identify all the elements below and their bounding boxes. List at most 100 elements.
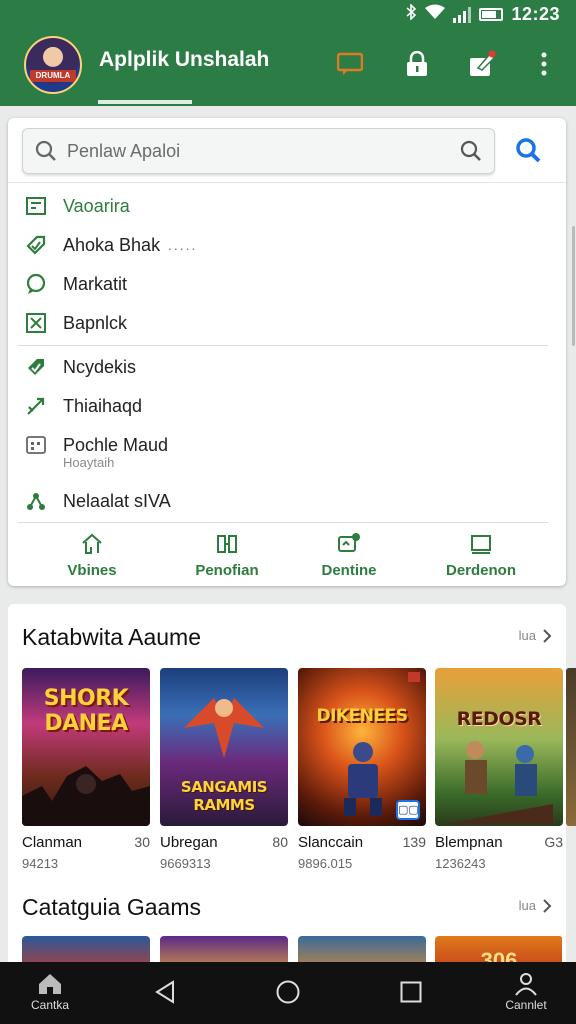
divider xyxy=(8,182,566,183)
menu-item-label: Markatit xyxy=(63,273,128,294)
game-count: 9896.015 xyxy=(298,856,353,871)
tab-derdenon[interactable]: Derdenon xyxy=(421,532,541,579)
nav-profile-label: Cannlet xyxy=(505,998,547,1012)
person-icon xyxy=(515,973,537,996)
status-bar: 12:23 xyxy=(0,0,576,32)
back-button[interactable] xyxy=(154,980,176,1007)
edit-icon[interactable] xyxy=(468,50,496,78)
signal-icon xyxy=(453,6,472,23)
chevron-right-icon xyxy=(543,898,552,913)
tab-label: Derdenon xyxy=(445,562,516,579)
see-more-link[interactable]: lua xyxy=(519,628,552,643)
menu-item[interactable]: Bapnlck xyxy=(8,305,566,341)
menu-item[interactable]: Vaoarira xyxy=(8,188,566,224)
tab-home[interactable]: Vbines xyxy=(32,532,152,579)
game-card[interactable]: REDOSR Blempnan G3 1236243 xyxy=(435,668,563,871)
section-title: Catatguia Gaams xyxy=(22,894,201,920)
chat-icon[interactable] xyxy=(336,50,364,78)
menu-item[interactable]: Ahoka Bhak ..... xyxy=(8,227,566,263)
navigation-bar: Cantka Cannlet xyxy=(0,962,576,1024)
game-art-title: SANGAMIS RAMMS xyxy=(180,778,268,814)
menu-item[interactable]: Nelaalat sIVA xyxy=(8,483,566,519)
tab-dentine[interactable]: Dentine xyxy=(289,532,409,579)
calendar-icon xyxy=(24,433,48,457)
circle-home-icon xyxy=(276,980,300,1004)
message-icon xyxy=(338,533,360,552)
home-button[interactable] xyxy=(276,980,300,1007)
divider xyxy=(18,345,548,346)
game-score: 80 xyxy=(272,834,288,850)
game-name: Ubregan xyxy=(160,834,218,851)
menu-item-sublabel: Hoaytaih xyxy=(63,455,115,470)
nav-home[interactable]: Cantka xyxy=(22,972,78,1012)
search-button[interactable] xyxy=(514,136,544,166)
header: DRUMLA Aplplik Unshalah xyxy=(0,32,576,106)
game-card[interactable]: SHORK DANEA Clanman 30 94213 xyxy=(22,668,150,871)
search-panel: Vaoarira Ahoka Bhak ..... Markatit Bapnl… xyxy=(8,118,566,586)
more-icon[interactable] xyxy=(530,50,558,78)
menu-item-label: Pochle Maud xyxy=(63,434,169,455)
search-input[interactable] xyxy=(67,137,447,165)
menu-item[interactable]: Markatit xyxy=(8,266,566,302)
tab-label: Vbines xyxy=(67,562,117,579)
menu-item[interactable]: Pochle Maud Hoaytaih xyxy=(8,427,566,470)
bluetooth-icon xyxy=(405,3,417,25)
menu-item-label: Thiaihaqd xyxy=(63,395,143,416)
game-thumbnail[interactable]: REDOSR xyxy=(435,668,563,826)
menu-item-label: Vaoarira xyxy=(63,195,130,216)
game-score: 139 xyxy=(402,834,426,850)
game-name: Slanccain xyxy=(298,834,364,851)
square-icon xyxy=(471,535,491,554)
game-art-title: DIKENEES xyxy=(316,706,408,726)
game-thumbnail[interactable]: DIKENEES ▢▢ xyxy=(298,668,426,826)
avatar[interactable]: DRUMLA xyxy=(24,36,82,94)
game-score: G3 xyxy=(544,834,563,850)
chat-bubble-icon xyxy=(24,272,48,296)
search-bar[interactable] xyxy=(22,128,495,174)
game-count: 94213 xyxy=(22,856,59,871)
tab-label: Dentine xyxy=(321,562,377,579)
share-icon xyxy=(24,489,48,513)
menu-item-label: Bapnlck xyxy=(63,312,128,333)
game-art-title: REDOSR xyxy=(456,708,542,730)
tab-penofian[interactable]: Penofian xyxy=(167,532,287,579)
menu-item[interactable]: Ncydekis xyxy=(8,349,566,385)
categories-section: Katabwita Aaume lua SHORK DANEA Clanman … xyxy=(8,604,566,1024)
game-name: Clanman xyxy=(22,834,83,851)
see-more-link[interactable]: lua xyxy=(519,898,552,913)
nav-profile[interactable]: Cannlet xyxy=(496,972,556,1012)
game-score: 30 xyxy=(134,834,150,850)
recents-icon xyxy=(400,981,422,1003)
app-title: Aplplik Unshalah xyxy=(99,48,270,71)
wifi-icon xyxy=(425,4,446,25)
menu-item-label: Nelaalat sIVA xyxy=(63,490,171,511)
nav-home-label: Cantka xyxy=(30,998,70,1012)
tab-label: Penofian xyxy=(195,562,259,579)
section-title: Katabwita Aaume xyxy=(22,624,202,650)
book-icon xyxy=(217,535,237,553)
menu-item-label: Ahoka Bhak xyxy=(63,234,161,255)
game-card[interactable]: SANGAMIS RAMMS Ubregan 80 9669313 xyxy=(160,668,288,871)
rocket-icon xyxy=(24,394,48,418)
game-thumbnail[interactable]: SANGAMIS RAMMS xyxy=(160,668,288,826)
game-card[interactable]: DIKENEES ▢▢ Slanccain 139 9896.015 xyxy=(298,668,426,871)
game-card-peek[interactable] xyxy=(566,668,576,826)
scrollbar[interactable] xyxy=(572,226,575,346)
battery-icon xyxy=(479,8,504,21)
game-thumbnail[interactable]: SHORK DANEA xyxy=(22,668,150,826)
home-icon xyxy=(82,533,102,554)
menu-item-extra: ..... xyxy=(168,237,198,253)
recents-button[interactable] xyxy=(400,981,422,1006)
search-icon[interactable] xyxy=(460,140,482,167)
menu-item-label: Ncydekis xyxy=(63,356,137,377)
lock-icon[interactable] xyxy=(403,50,431,78)
tag-icon xyxy=(24,355,48,379)
menu-item[interactable]: Thiaihaqd xyxy=(8,388,566,424)
list-icon xyxy=(24,194,48,218)
game-count: 9669313 xyxy=(160,856,211,871)
app-bar: 12:23 DRUMLA Aplplik Unshalah xyxy=(0,0,576,106)
game-art-title: SHORK DANEA xyxy=(43,686,129,736)
grid-icon xyxy=(24,311,48,335)
avatar-banner: DRUMLA xyxy=(30,70,76,82)
active-tab-indicator xyxy=(98,100,192,104)
